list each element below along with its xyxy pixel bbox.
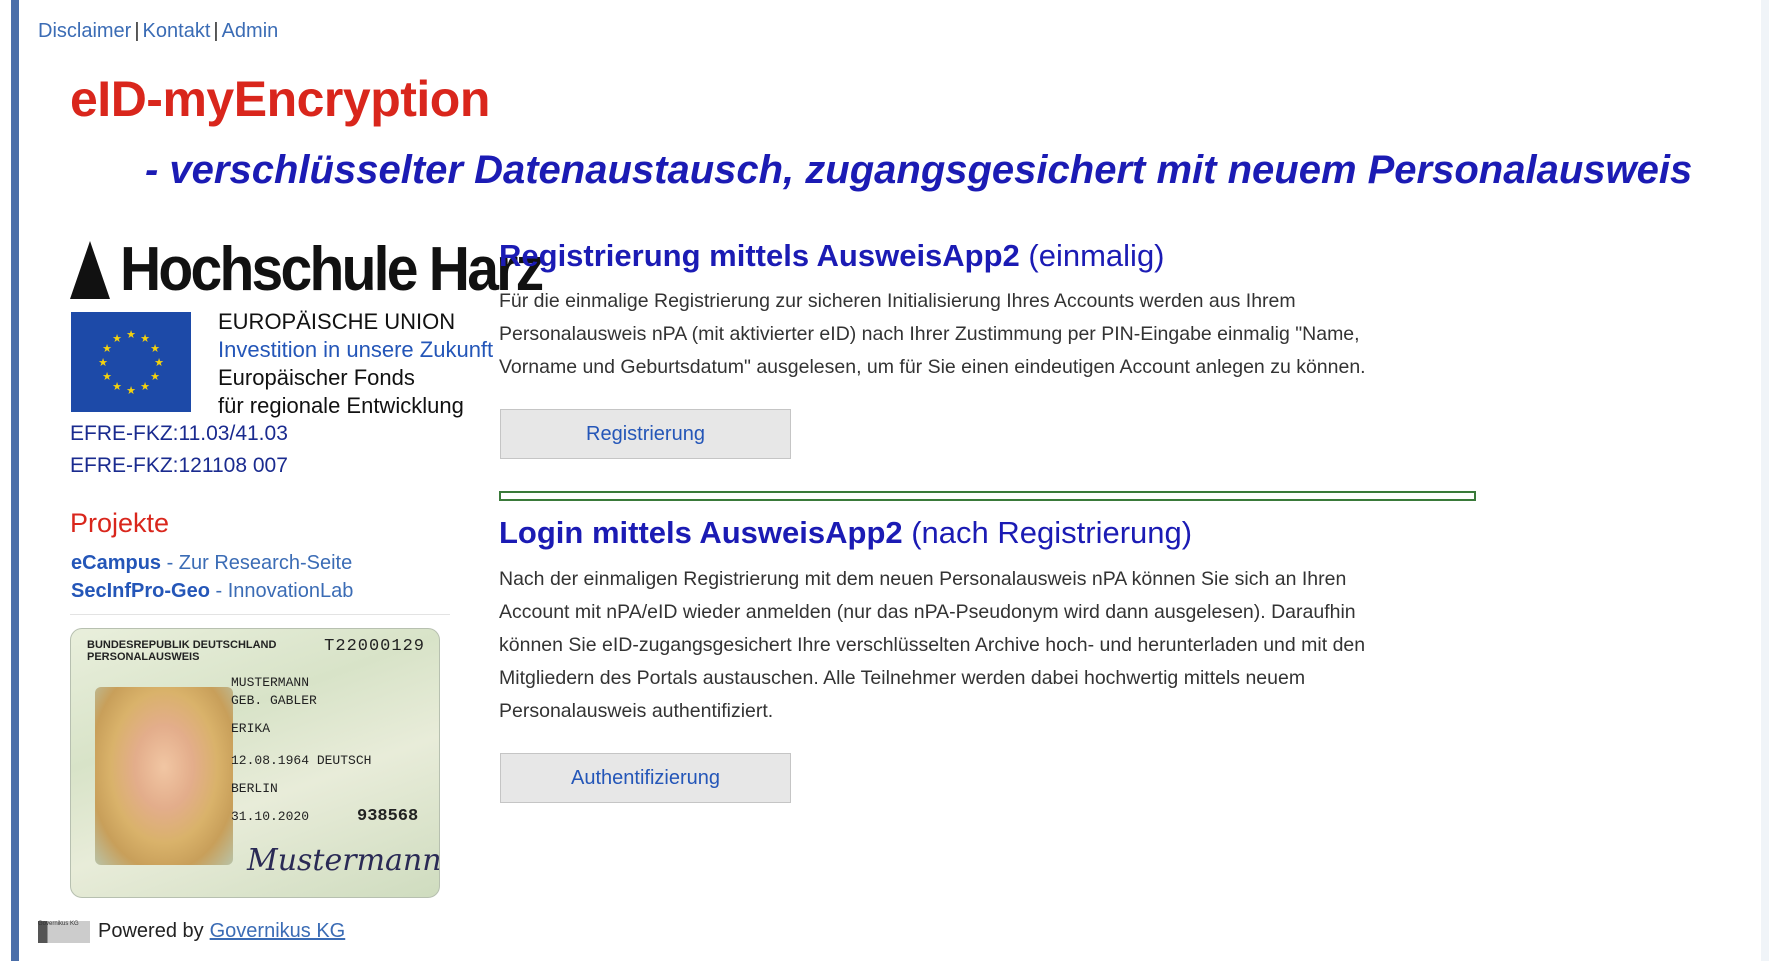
nav-separator: | (213, 20, 219, 42)
svg-text:★: ★ (140, 380, 150, 393)
nav-separator: | (134, 20, 140, 42)
svg-text:★: ★ (140, 332, 150, 345)
id-card-number: T22000129 (324, 637, 425, 656)
id-card-place: BERLIN (231, 781, 278, 796)
nav-admin-link[interactable]: Admin (222, 20, 279, 42)
eu-line1: EUROPÄISCHE UNION (218, 309, 456, 334)
nav-disclaimer-link[interactable]: Disclaimer (38, 20, 131, 42)
logo-text: Hochschule Harz (120, 235, 544, 304)
project-desc: - InnovationLab (209, 580, 354, 602)
left-border-bar (11, 0, 19, 961)
id-card-country: BUNDESREPUBLIK DEUTSCHLAND (87, 639, 277, 651)
authentication-button[interactable]: Authentifizierung (500, 753, 791, 803)
login-heading: Login mittels AusweisApp2 (nach Registri… (499, 515, 1192, 551)
section-separator (499, 491, 1476, 501)
project-link-secinfpro-geo[interactable]: SecInfPro-Geo - InnovationLab (71, 580, 353, 603)
nav-kontakt-link[interactable]: Kontakt (143, 20, 211, 42)
project-desc: - Zur Research-Seite (161, 552, 353, 574)
registration-heading: Registrierung mittels AusweisApp2 (einma… (499, 238, 1165, 274)
app-title: eID-myEncryption (70, 71, 490, 127)
svg-text:★: ★ (154, 356, 164, 369)
svg-text:★: ★ (112, 380, 122, 393)
svg-text:★: ★ (102, 342, 112, 355)
eu-funding-text: EUROPÄISCHE UNION Investition in unsere … (218, 308, 493, 420)
efre-number-2: EFRE-FKZ:121108 007 (70, 454, 288, 477)
project-name: SecInfPro-Geo (71, 580, 210, 602)
powered-prefix: Powered by (98, 920, 204, 942)
efre-number-1: EFRE-FKZ:11.03/41.03 (70, 422, 288, 445)
id-card-surname: MUSTERMANN (231, 675, 310, 690)
login-heading-rest: (nach Registrierung) (902, 515, 1193, 550)
registration-heading-bold: Registrierung mittels AusweisApp2 (499, 238, 1020, 273)
project-link-ecampus[interactable]: eCampus - Zur Research-Seite (71, 552, 352, 575)
eu-line3: Europäischer Fonds (218, 365, 415, 390)
id-card-header: BUNDESREPUBLIK DEUTSCHLAND PERSONALAUSWE… (87, 639, 276, 663)
projects-heading: Projekte (70, 508, 170, 538)
sidebar-divider (70, 614, 450, 615)
eu-line2: Investition in unsere Zukunft (218, 337, 494, 362)
id-card-type: PERSONALAUSWEIS (87, 651, 200, 663)
svg-text:★: ★ (150, 370, 160, 383)
registration-heading-rest: (einmalig) (1019, 238, 1165, 273)
svg-text:★: ★ (126, 328, 136, 341)
eu-flag-icon: ★ ★ ★ ★ ★ ★ ★ ★ ★ ★ ★ ★ (71, 312, 191, 412)
svg-text:★: ★ (150, 342, 160, 355)
eu-line4: für regionale Entwicklung (218, 393, 464, 418)
governikus-link[interactable]: Governikus KG (210, 920, 346, 943)
svg-text:★: ★ (102, 370, 112, 383)
top-nav: Disclaimer | Kontakt | Admin (38, 20, 278, 43)
id-card-signature: Mustermann (247, 843, 440, 878)
id-card-given-name: ERIKA (231, 721, 271, 736)
svg-text:★: ★ (98, 356, 108, 369)
right-edge (1761, 0, 1769, 961)
login-text: Nach der einmaligen Registrierung mit de… (499, 568, 1366, 722)
login-heading-bold: Login mittels AusweisApp2 (499, 515, 903, 550)
id-card-birth: 12.08.1964 DEUTSCH (231, 753, 372, 768)
registration-text: Für die einmalige Registrierung zur sich… (499, 290, 1366, 378)
governikus-logo-icon: Governikus KG (38, 920, 90, 943)
id-card-photo (95, 687, 233, 865)
id-card-expiry: 31.10.2020 (231, 809, 310, 824)
app-subtitle: - verschlüsselter Datenaustausch, zugang… (145, 148, 1693, 192)
project-name: eCampus (71, 552, 162, 574)
id-card-image: BUNDESREPUBLIK DEUTSCHLAND PERSONALAUSWE… (70, 628, 440, 898)
powered-by: Governikus KG Powered by Governikus KG (38, 920, 345, 943)
logo-triangle-icon (70, 240, 110, 299)
registration-button[interactable]: Registrierung (500, 409, 791, 459)
id-card-birthname: GEB. GABLER (231, 693, 317, 708)
id-card-code: 938568 (357, 807, 419, 826)
svg-text:★: ★ (126, 384, 136, 397)
svg-text:★: ★ (112, 332, 122, 345)
